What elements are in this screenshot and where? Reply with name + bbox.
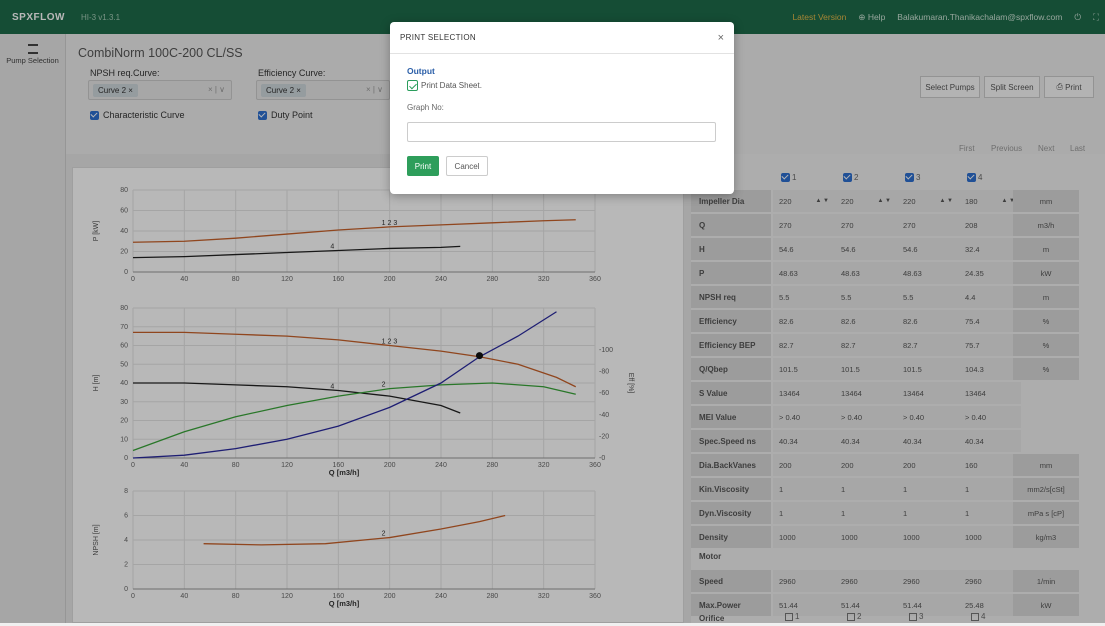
checkbox-icon [407, 80, 418, 91]
output-label: Output [407, 66, 435, 76]
dialog-cancel-button[interactable]: Cancel [446, 156, 488, 176]
dialog-title: PRINT SELECTION [390, 22, 734, 54]
dialog-print-button[interactable]: Print [407, 156, 439, 176]
close-icon[interactable]: × [718, 32, 724, 44]
print-datasheet-checkbox[interactable]: Print Data Sheet. [407, 80, 716, 91]
print-selection-dialog: PRINT SELECTION × Output Print Data Shee… [390, 22, 734, 194]
graph-no-input[interactable] [407, 122, 716, 142]
graph-no-label: Graph No: [407, 103, 444, 112]
print-datasheet-label: Print Data Sheet. [421, 81, 482, 90]
